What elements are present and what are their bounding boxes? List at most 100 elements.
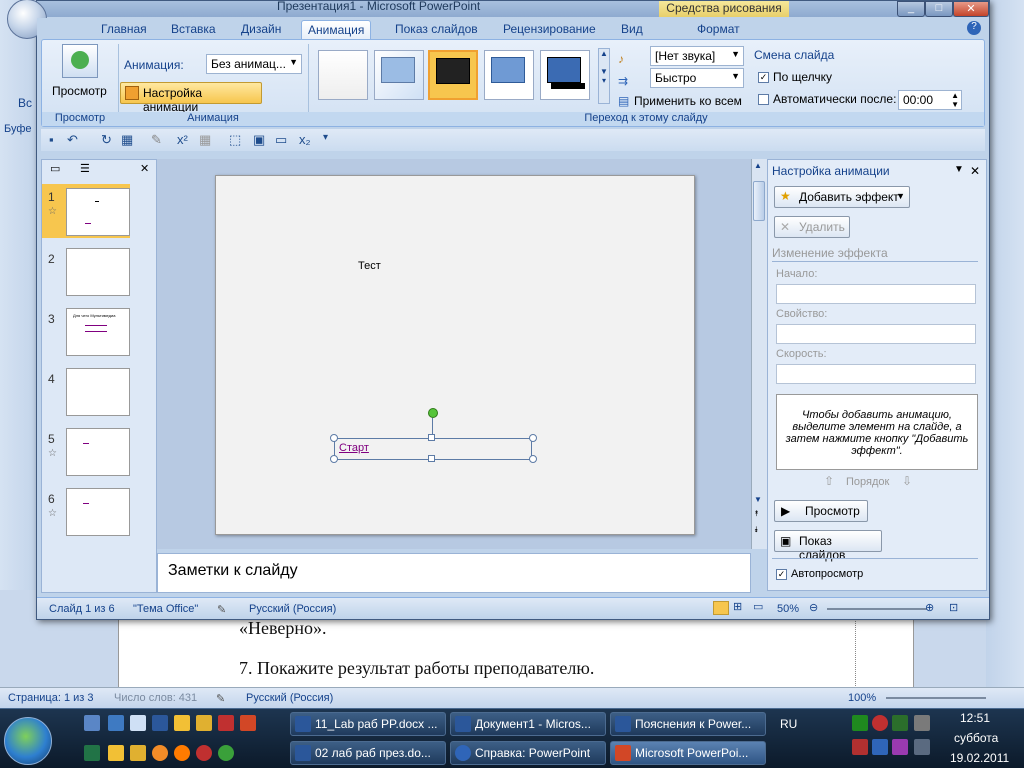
firefox-icon[interactable] [152,745,168,761]
custom-animation-button[interactable]: Настройка анимации [120,82,262,114]
taskbar-help[interactable]: Справка: PowerPoint [450,741,606,765]
outline-tab-icon[interactable]: ☰ [80,162,90,175]
word-paste-label[interactable]: Вс [18,96,32,110]
sound-dropdown[interactable]: [Нет звука] ▼ [650,46,744,66]
tab-review[interactable]: Рецензирование [497,20,602,40]
desktop-icon[interactable] [84,715,100,731]
slide-count[interactable]: Слайд 1 из 6 [49,603,115,615]
tab-view[interactable]: Вид [615,20,649,40]
border-icon[interactable]: ▭ [275,132,287,148]
transition-cut[interactable] [484,50,534,100]
auto-after-checkbox[interactable]: Автоматически после: [758,92,896,106]
apply-all-button[interactable]: Применить ко всем [634,94,742,108]
zoom-out-icon[interactable]: ⊖ [809,601,818,614]
close-pane-icon[interactable]: ✕ [970,164,980,178]
slide-thumbnail-6[interactable] [66,488,130,536]
taskbar-lab-pres[interactable]: 02 лаб раб през.do... [290,741,446,765]
powerpoint-icon[interactable] [240,715,256,731]
opera-icon[interactable] [196,745,212,761]
word-page-count[interactable]: Страница: 1 из 3 [8,692,94,704]
slide-thumbnail-1[interactable] [66,188,130,236]
resize-handle-br[interactable] [529,455,537,463]
mail-icon[interactable] [130,715,146,731]
word-proofing-icon[interactable]: ✎ [216,692,225,705]
tab-animation[interactable]: Анимация [301,20,372,40]
speed-combo[interactable] [776,364,976,384]
sorter-view-icon[interactable]: ⊞ [733,600,742,613]
property-combo[interactable] [776,324,976,344]
folder4-icon[interactable] [130,745,146,761]
tab-design[interactable]: Дизайн [235,20,287,40]
save-app-icon[interactable] [218,715,234,731]
word-zoom-level[interactable]: 100% [848,692,876,704]
start-combo[interactable] [776,284,976,304]
slide-thumbnail-5[interactable] [66,428,130,476]
taskbar-explanations[interactable]: Пояснения к Power... [610,712,766,736]
rotate-handle[interactable] [428,408,438,418]
minimize-button[interactable]: _ [897,1,925,17]
slide-thumbnail-4[interactable] [66,368,130,416]
pane-options-icon[interactable]: ▼ [954,164,964,175]
word-zoom-slider[interactable] [886,697,986,699]
zoom-in-icon[interactable]: ⊕ [925,601,934,614]
redo-icon[interactable]: ↻ [101,132,112,148]
normal-view-icon[interactable] [713,601,729,615]
auto-time-input[interactable]: 00:00 ▲ ▼ [898,90,962,110]
browser-icon[interactable] [174,745,190,761]
slide-thumbnail-3[interactable]: Для чего Мультимедиа [66,308,130,356]
customize-qat-icon[interactable]: ▾ [323,132,328,143]
zoom-level[interactable]: 50% [777,603,799,615]
clock-time[interactable]: 12:51 [960,711,990,725]
zoom-slider[interactable] [827,608,927,610]
remove-button[interactable]: ✕ Удалить [774,216,850,238]
tray-icon-3d[interactable] [872,739,888,755]
language-status[interactable]: Русский (Россия) [249,603,336,615]
resize-handle-top[interactable] [428,434,435,441]
slide-thumbnail-2[interactable] [66,248,130,296]
undo-icon[interactable]: ↶ [67,132,78,148]
explorer-icon[interactable] [108,715,124,731]
autopreview-checkbox[interactable]: ✓ Автопросмотр [776,568,863,580]
excel-icon[interactable] [84,745,100,761]
transition-fade-black[interactable] [428,50,478,100]
tab-home[interactable]: Главная [95,20,153,40]
start-link-text[interactable]: Старт [339,442,369,454]
speed-dropdown[interactable]: Быстро ▼ [650,68,744,88]
tray-icon-stop[interactable] [872,715,888,731]
order-down-icon[interactable]: ⇩ [902,474,912,488]
slide-text-test[interactable]: Тест [358,260,381,272]
fit-window-icon[interactable]: ⊡ [949,601,958,614]
save-icon[interactable]: ▪ [49,132,54,147]
paste-icon[interactable]: ▣ [253,132,265,148]
media-icon[interactable] [218,745,234,761]
close-button[interactable]: ✕ [953,1,989,17]
word-right-scrollbar-area[interactable] [986,0,1024,690]
superscript-icon[interactable]: x² [177,132,188,147]
folder-icon[interactable] [174,715,190,731]
proofing-icon[interactable]: ✎ [217,603,226,616]
select-icon[interactable]: ⬚ [229,132,241,148]
transition-none[interactable] [318,50,368,100]
slide-vertical-scrollbar[interactable]: ▲ ▼ ⯭ ⯯ [751,159,767,549]
tray-icon-h[interactable] [852,715,868,731]
clock-day[interactable]: суббота [954,731,998,745]
taskbar-lab-doc[interactable]: 11_Lab раб PP.docx ... [290,712,446,736]
clock-date[interactable]: 19.02.2011 [950,751,1009,765]
add-effect-button[interactable]: ★ Добавить эффект ▼ [774,186,910,208]
transition-fade[interactable] [374,50,424,100]
word-word-count[interactable]: Число слов: 431 [114,692,197,704]
taskbar-document1[interactable]: Документ1 - Micros... [450,712,606,736]
resize-handle-bl[interactable] [330,455,338,463]
tray-icon-excel[interactable] [892,715,908,731]
close-panel-icon[interactable]: ✕ [140,162,149,175]
slideshow-button[interactable]: ▣ Показ слайдов [774,530,882,562]
new-slide-icon[interactable]: ▦ [121,132,133,148]
theme-name[interactable]: "Тема Office" [133,603,198,615]
animation-dropdown[interactable]: Без анимац... ▼ [206,54,302,74]
maximize-button[interactable]: □ [925,1,953,17]
tab-insert[interactable]: Вставка [165,20,222,40]
resize-handle-tl[interactable] [330,434,338,442]
tray-icon-monitor[interactable] [914,715,930,731]
notes-pane[interactable]: Заметки к слайду [157,553,751,593]
resize-handle-bottom[interactable] [428,455,435,462]
